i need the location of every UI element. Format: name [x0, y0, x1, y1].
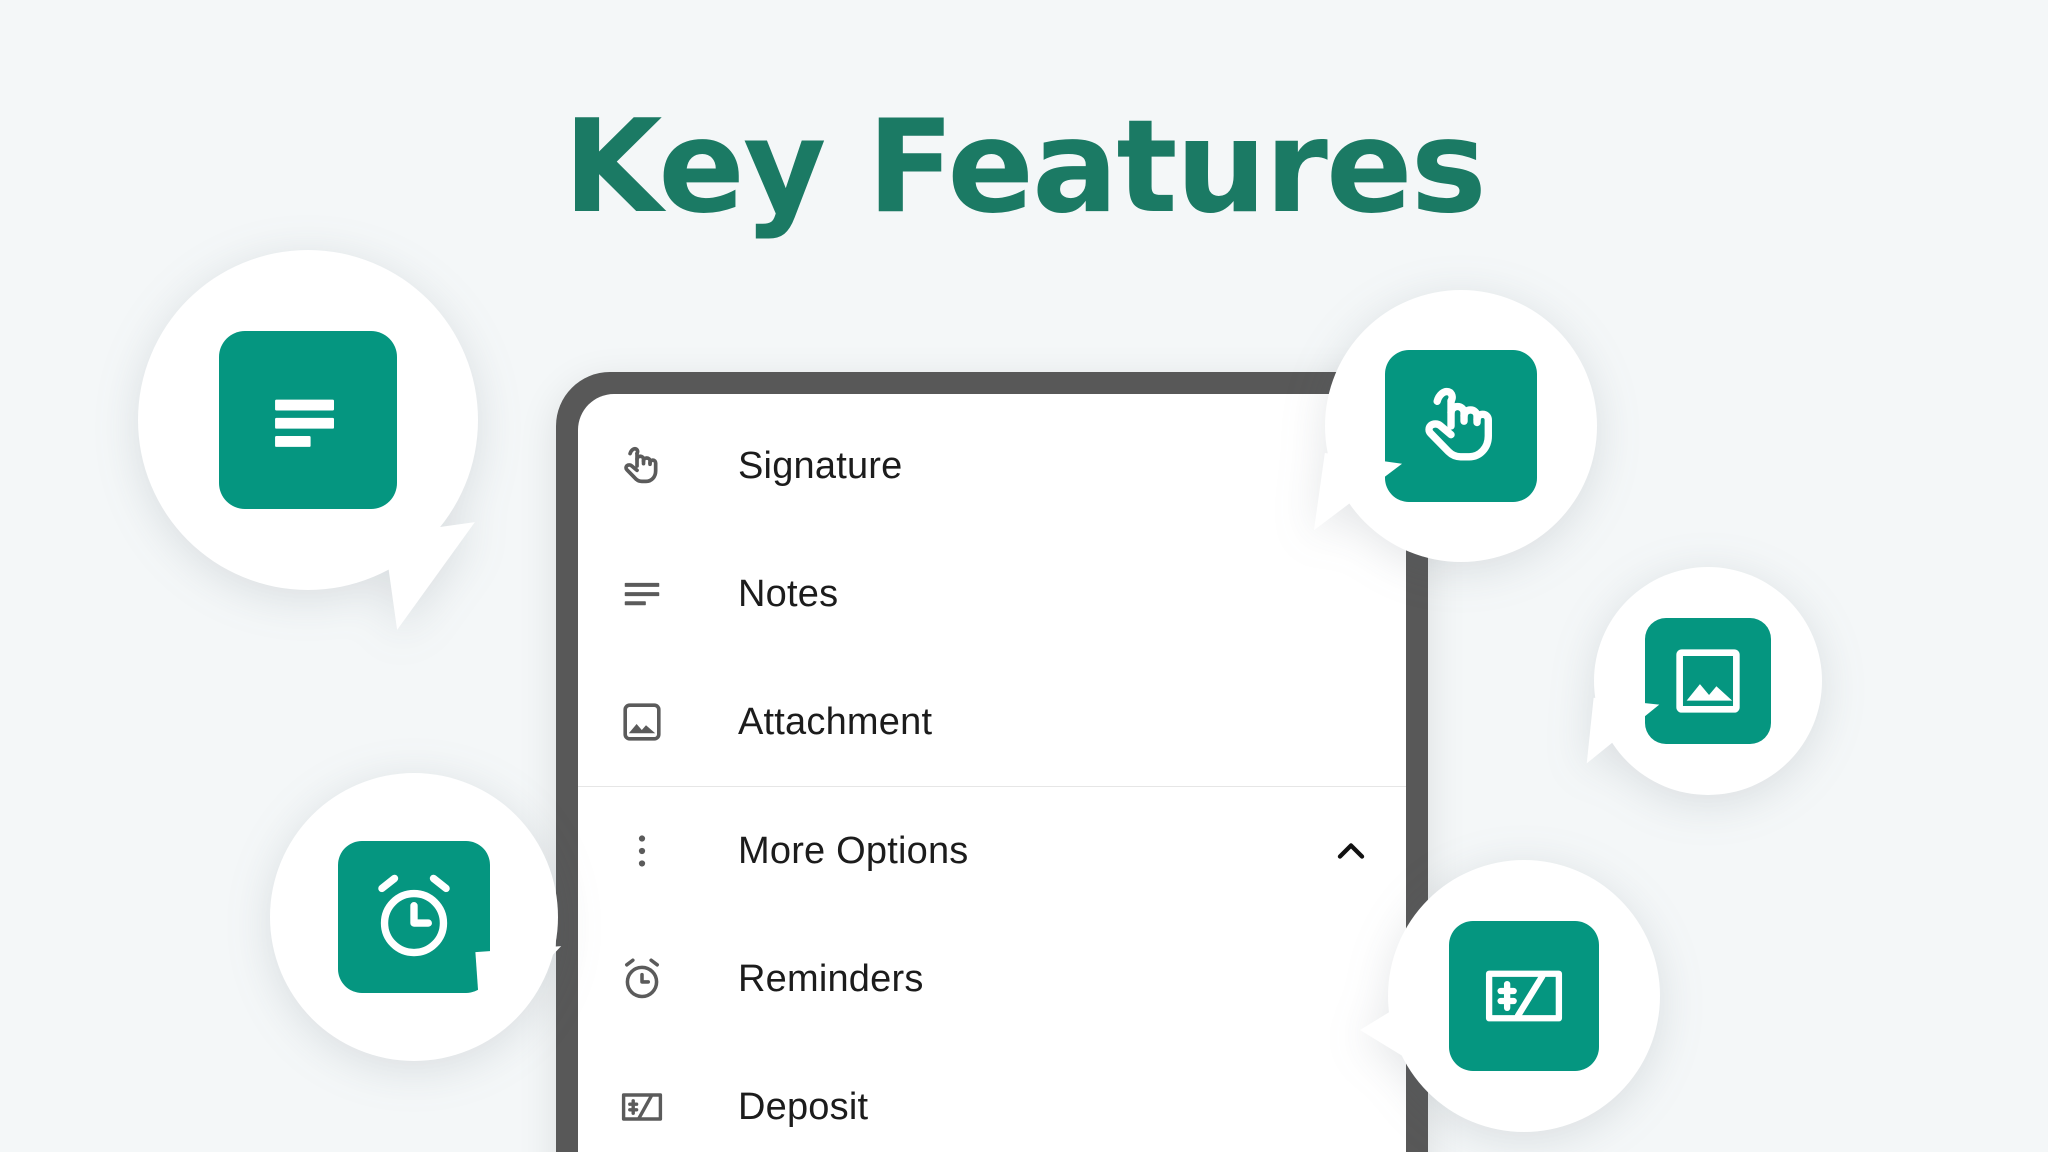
touch-app-icon — [614, 438, 670, 494]
menu-item-signature[interactable]: Signature — [578, 402, 1406, 530]
page-title: Key Features — [563, 93, 1487, 242]
callout-bubble-deposit — [1360, 860, 1660, 1132]
callout-bubble-reminders — [270, 773, 567, 1061]
menu-item-label: More Options — [738, 829, 969, 872]
touch-app-icon — [1385, 350, 1537, 502]
notes-lines-icon — [614, 566, 670, 622]
check-deposit-icon — [1449, 921, 1599, 1071]
poster-canvas: Key Features Signature Notes Attachment … — [0, 0, 2048, 1152]
menu-item-attachment[interactable]: Attachment — [578, 658, 1406, 786]
phone-mockup: Signature Notes Attachment More Options … — [556, 372, 1428, 1152]
menu-item-label: Attachment — [738, 700, 933, 743]
image-icon — [614, 694, 670, 750]
chevron-up-icon[interactable] — [1326, 826, 1376, 876]
menu-item-label: Reminders — [738, 957, 924, 1000]
more-vert-icon — [614, 823, 670, 879]
alarm-clock-icon — [338, 841, 490, 993]
callout-bubble-notes — [138, 250, 489, 630]
callout-bubble-signature — [1313, 290, 1597, 562]
menu-item-label: Notes — [738, 572, 839, 615]
bubble-tail — [475, 946, 567, 1030]
menu-item-label: Deposit — [738, 1085, 869, 1128]
menu-item-more-options[interactable]: More Options — [578, 787, 1406, 915]
bubble-tail — [1360, 986, 1432, 1074]
options-menu: Signature Notes Attachment More Options … — [578, 394, 1406, 1152]
bubble-tail — [1313, 452, 1403, 542]
bubble-tail — [383, 522, 489, 630]
menu-item-label: Signature — [738, 444, 903, 487]
alarm-clock-icon — [614, 951, 670, 1007]
phone-screen: Signature Notes Attachment More Options … — [578, 394, 1406, 1152]
menu-item-notes[interactable]: Notes — [578, 530, 1406, 658]
check-deposit-icon — [614, 1079, 670, 1135]
menu-item-reminders[interactable]: Reminders — [578, 915, 1406, 1043]
notes-lines-icon — [219, 331, 397, 509]
callout-bubble-attachment — [1586, 567, 1822, 795]
bubble-tail — [1586, 697, 1660, 771]
image-icon — [1645, 618, 1771, 744]
menu-item-deposit[interactable]: Deposit — [578, 1043, 1406, 1152]
